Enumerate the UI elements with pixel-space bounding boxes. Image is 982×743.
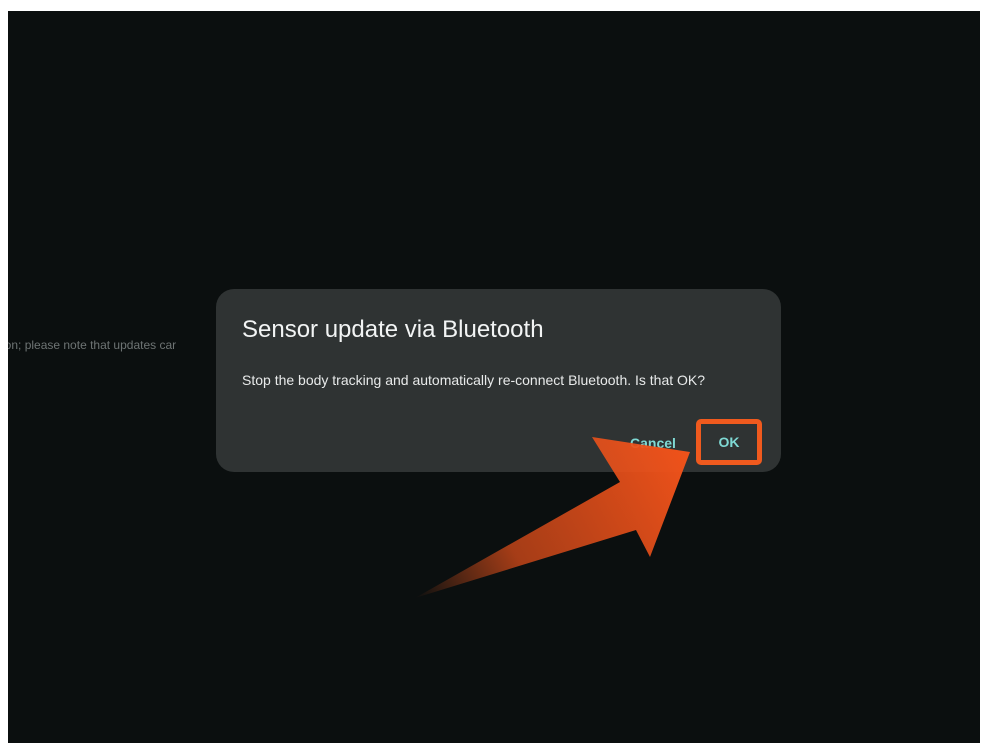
background-info-text: ection; please note that updates car <box>8 338 177 352</box>
ok-button-label: OK <box>718 434 740 450</box>
dialog-title: Sensor update via Bluetooth <box>242 316 544 343</box>
ok-button[interactable]: OK <box>696 419 762 465</box>
cancel-button[interactable]: Cancel <box>630 434 676 452</box>
dialog-message: Stop the body tracking and automatically… <box>242 372 706 388</box>
confirm-dialog: Sensor update via Bluetooth Stop the bod… <box>216 289 781 472</box>
app-screen: ection; please note that updates car Sen… <box>8 11 980 743</box>
